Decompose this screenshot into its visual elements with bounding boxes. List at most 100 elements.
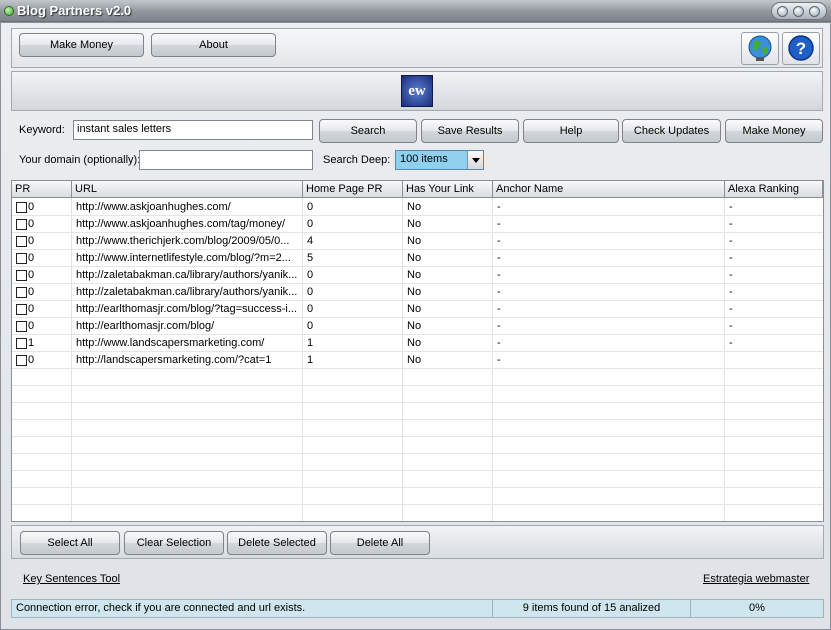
help-button[interactable]: Help xyxy=(523,119,619,143)
empty-table-row xyxy=(12,437,823,454)
cell-url: http://www.askjoanhughes.com/ xyxy=(76,201,231,213)
cell-has-your-link: No xyxy=(407,354,422,366)
cell-home-page-pr: 0 xyxy=(307,218,314,230)
status-progress: 0% xyxy=(690,600,823,617)
chevron-down-icon[interactable] xyxy=(467,151,483,169)
cell-home-page-pr: 0 xyxy=(307,320,314,332)
cell-home-page-pr: 4 xyxy=(307,235,314,247)
status-bar: Connection error, check if you are conne… xyxy=(11,599,824,618)
cell-alexa-ranking: - xyxy=(729,252,733,264)
make-money-top-button[interactable]: Make Money xyxy=(19,33,144,57)
cell-alexa-ranking: - xyxy=(729,235,733,247)
cell-pr: 0 xyxy=(28,218,35,230)
cell-has-your-link: No xyxy=(407,320,422,332)
check-updates-button[interactable]: Check Updates xyxy=(622,119,721,143)
app-icon xyxy=(4,6,14,16)
help-icon: ? xyxy=(788,35,814,61)
cell-home-page-pr: 0 xyxy=(307,201,314,213)
cell-anchor-name: - xyxy=(497,320,501,332)
header-has-your-link[interactable]: Has Your Link xyxy=(403,181,493,198)
table-row[interactable]: 0 http://landscapersmarketing.com/?cat=1 1… xyxy=(12,352,823,369)
domain-input[interactable] xyxy=(139,150,313,170)
cell-url: http://landscapersmarketing.com/?cat=1 xyxy=(76,354,272,366)
minimize-icon[interactable] xyxy=(777,6,788,17)
table-row[interactable]: 0 http://www.internetlifestyle.com/blog/?… xyxy=(12,250,823,267)
table-row[interactable]: 0 http://www.askjoanhughes.com/0 No - - xyxy=(12,199,823,216)
header-pr[interactable]: PR xyxy=(12,181,72,198)
window-title: Blog Partners v2.0 xyxy=(17,3,132,18)
globe-icon xyxy=(748,35,772,61)
search-button[interactable]: Search xyxy=(319,119,417,143)
cell-has-your-link: No xyxy=(407,269,422,281)
results-table: PR URL Home Page PR Has Your Link Anchor… xyxy=(11,180,824,522)
key-sentences-link[interactable]: Key Sentences Tool xyxy=(23,573,120,585)
about-button[interactable]: About xyxy=(151,33,276,57)
top-toolbar: Make Money About ? xyxy=(11,28,823,68)
empty-table-row xyxy=(12,505,823,521)
clear-selection-button[interactable]: Clear Selection xyxy=(124,531,224,555)
table-row[interactable]: 0 http://zaletabakman.ca/library/authors/… xyxy=(12,267,823,284)
status-message: Connection error, check if you are conne… xyxy=(16,602,306,614)
cell-anchor-name: - xyxy=(497,303,501,315)
web-button[interactable] xyxy=(741,32,779,65)
cell-url: http://earlthomasjr.com/blog/?tag=succes… xyxy=(76,303,298,315)
delete-all-button[interactable]: Delete All xyxy=(330,531,430,555)
delete-selected-button[interactable]: Delete Selected xyxy=(227,531,327,555)
cell-has-your-link: No xyxy=(407,303,422,315)
svg-text:?: ? xyxy=(796,39,806,58)
header-home-page-pr[interactable]: Home Page PR xyxy=(303,181,403,198)
save-results-button[interactable]: Save Results xyxy=(421,119,519,143)
search-deep-value: 100 items xyxy=(400,153,448,165)
cell-anchor-name: - xyxy=(497,286,501,298)
table-row[interactable]: 0 http://www.therichjerk.com/blog/2009/05… xyxy=(12,233,823,250)
keyword-label: Keyword: xyxy=(19,124,65,136)
cell-alexa-ranking xyxy=(725,352,823,369)
table-row[interactable]: 0 http://earlthomasjr.com/blog/0 No - - xyxy=(12,318,823,335)
cell-url: http://www.landscapersmarketing.com/ xyxy=(76,337,265,349)
cell-alexa-ranking: - xyxy=(729,269,733,281)
cell-home-page-pr: 0 xyxy=(307,303,314,315)
cell-url: http://www.internetlifestyle.com/blog/?m… xyxy=(76,252,291,264)
cell-anchor-name: - xyxy=(497,269,501,281)
estrategia-link[interactable]: Estrategia webmaster xyxy=(703,573,809,585)
cell-url: http://zaletabakman.ca/library/authors/y… xyxy=(76,269,298,281)
cell-anchor-name: - xyxy=(497,337,501,349)
table-row[interactable]: 0 http://www.askjoanhughes.com/tag/money/… xyxy=(12,216,823,233)
cell-url: http://www.therichjerk.com/blog/2009/05/… xyxy=(76,235,290,247)
search-deep-select[interactable]: 100 items xyxy=(395,150,484,170)
cell-pr: 0 xyxy=(28,286,35,298)
table-row[interactable]: 0 http://earlthomasjr.com/blog/?tag=succe… xyxy=(12,301,823,318)
empty-table-row xyxy=(12,488,823,505)
cell-home-page-pr: 0 xyxy=(307,286,314,298)
cell-home-page-pr: 5 xyxy=(307,252,314,264)
window-controls xyxy=(771,2,827,20)
header-anchor-name[interactable]: Anchor Name xyxy=(493,181,725,198)
cell-pr: 0 xyxy=(28,354,35,366)
cell-anchor-name: - xyxy=(497,252,501,264)
table-row[interactable]: 0 http://zaletabakman.ca/library/authors/… xyxy=(12,284,823,301)
cell-alexa-ranking: - xyxy=(729,201,733,213)
help-icon-button[interactable]: ? xyxy=(782,32,820,65)
cell-pr: 0 xyxy=(28,269,35,281)
make-money-button[interactable]: Make Money xyxy=(725,119,823,143)
header-alexa-ranking[interactable]: Alexa Ranking xyxy=(725,181,823,198)
table-row[interactable]: 1 http://www.landscapersmarketing.com/1 No… xyxy=(12,335,823,352)
keyword-input[interactable]: instant sales letters xyxy=(73,120,313,140)
app-logo: ew xyxy=(401,75,433,107)
cell-url: http://www.askjoanhughes.com/tag/money/ xyxy=(76,218,286,230)
cell-home-page-pr: 0 xyxy=(307,269,314,281)
cell-url: http://zaletabakman.ca/library/authors/y… xyxy=(76,286,298,298)
cell-has-your-link: No xyxy=(407,201,422,213)
empty-table-row xyxy=(12,403,823,420)
header-url[interactable]: URL xyxy=(72,181,303,198)
cell-anchor-name: - xyxy=(497,218,501,230)
empty-table-row xyxy=(12,471,823,488)
cell-has-your-link: No xyxy=(407,218,422,230)
cell-alexa-ranking: - xyxy=(729,286,733,298)
cell-alexa-ranking: - xyxy=(729,320,733,332)
close-icon[interactable] xyxy=(809,6,820,17)
maximize-icon[interactable] xyxy=(793,6,804,17)
banner: ew xyxy=(11,71,823,111)
select-all-button[interactable]: Select All xyxy=(20,531,120,555)
cell-anchor-name: - xyxy=(497,201,501,213)
